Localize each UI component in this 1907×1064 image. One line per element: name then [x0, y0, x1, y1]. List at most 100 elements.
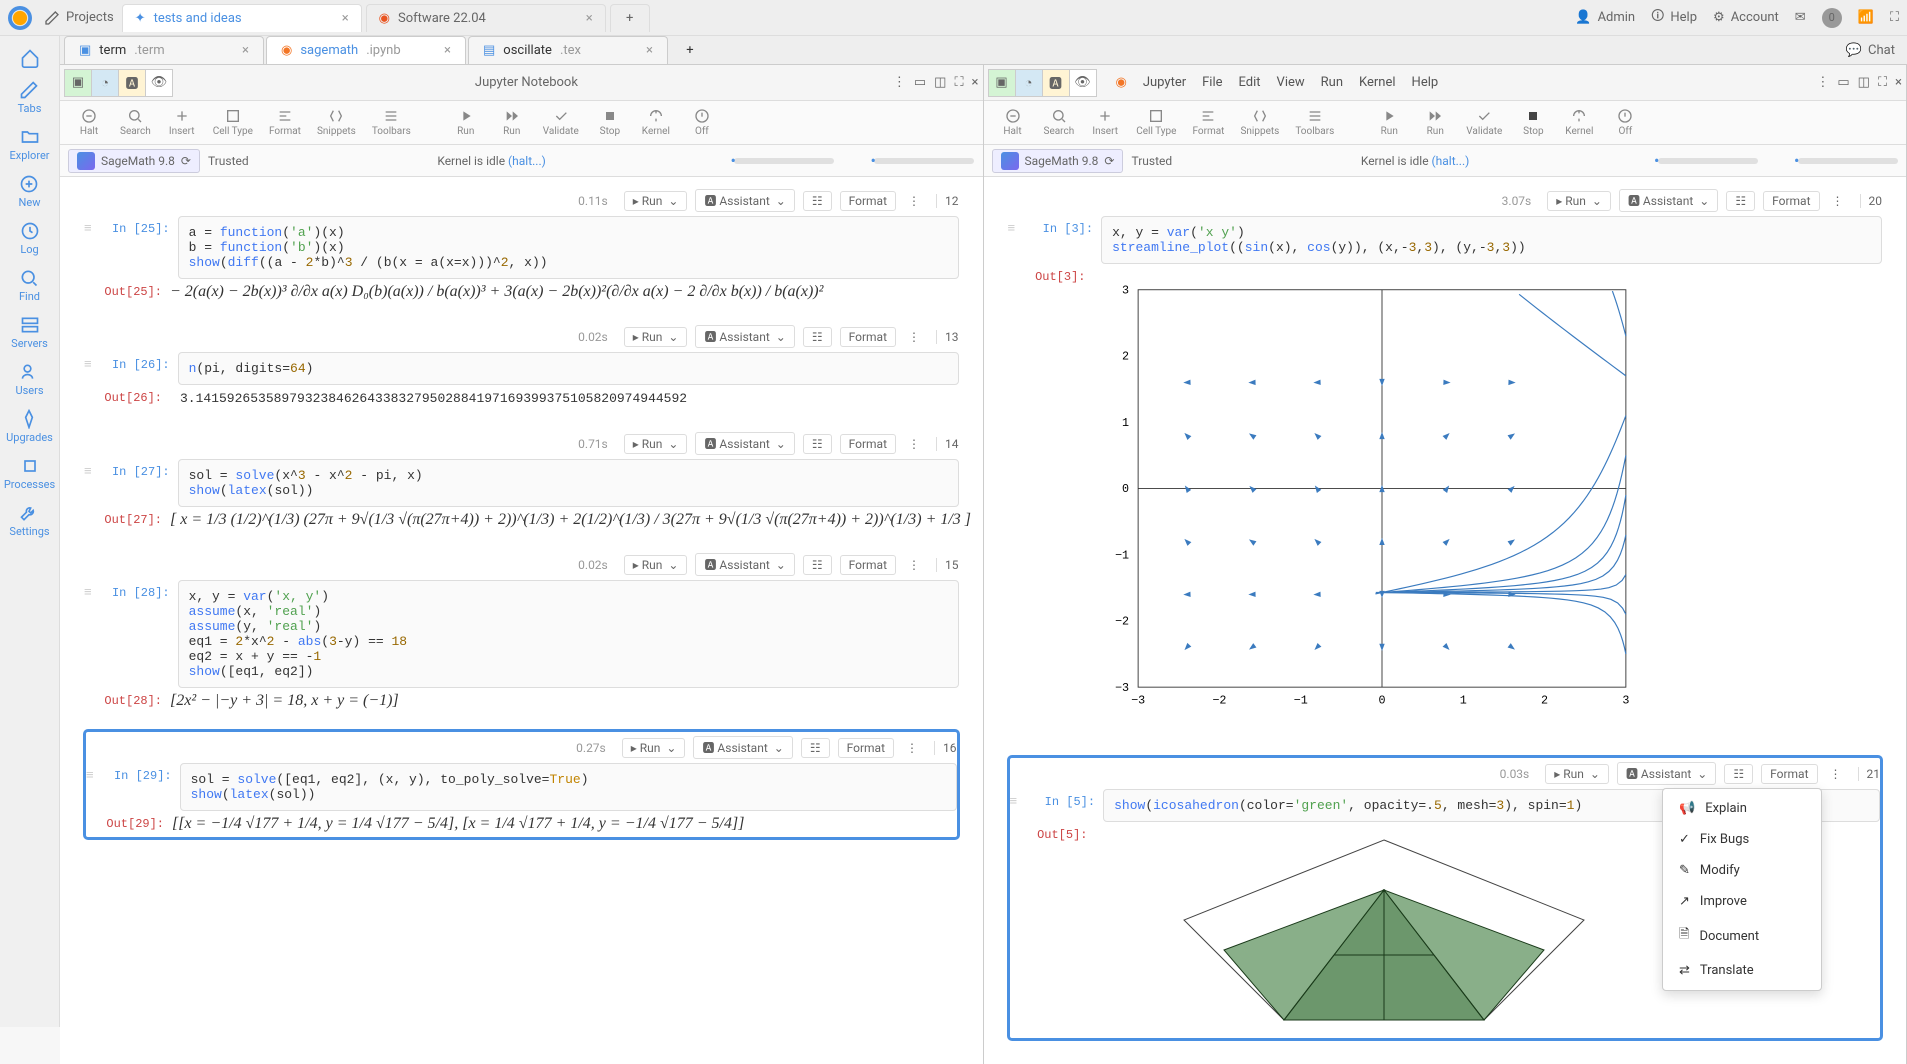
insert-button[interactable]: Insert — [1084, 106, 1126, 139]
wifi-button[interactable]: 📶 — [1858, 10, 1874, 25]
cell[interactable]: 0.11s ▸ Run 🅰 Assistant ☷ Format ⋮ 12 ≡ … — [84, 185, 959, 305]
code-input[interactable]: sol = solve(x^3 - x^2 - pi, x) show(late… — [178, 459, 959, 507]
mode-btn-1[interactable]: ▣ — [64, 69, 92, 97]
drag-handle-icon[interactable]: ≡ — [84, 352, 92, 372]
split-v-icon[interactable]: ◫ — [1858, 75, 1870, 90]
validate-button[interactable]: Validate — [1460, 106, 1508, 139]
fullscreen-icon[interactable]: ⛶ — [1878, 75, 1887, 90]
more-icon[interactable]: ⋮ — [893, 75, 906, 90]
format-button[interactable]: Format — [263, 106, 307, 139]
more-icon[interactable]: ⋮ — [902, 741, 922, 755]
format-cell-button[interactable]: Format — [840, 191, 896, 211]
rail-upgrades[interactable]: Upgrades — [2, 405, 57, 448]
assistant-fixbugs[interactable]: ✓Fix Bugs — [1663, 824, 1821, 855]
cell[interactable]: 0.03s ▸ Run 🅰 Assistant ☷ Format ⋮ 21 ≡ … — [1008, 756, 1883, 1040]
assistant-explain[interactable]: 📢Explain — [1663, 793, 1821, 824]
cell[interactable]: 0.27s ▸ Run 🅰 Assistant ☷ Format ⋮ 16 ≡ … — [84, 730, 959, 839]
stop-button[interactable]: Stop — [1512, 106, 1554, 139]
code-input[interactable]: x, y = var('x y') streamline_plot((sin(x… — [1101, 216, 1882, 264]
fullscreen-icon[interactable]: ⛶ — [954, 75, 963, 90]
format-cell-button[interactable]: Format — [840, 327, 896, 347]
drag-handle-icon[interactable]: ≡ — [84, 580, 92, 600]
assistant-document[interactable]: 🗎Document — [1663, 917, 1821, 955]
split-h-icon[interactable]: ▭ — [1837, 75, 1849, 90]
more-icon[interactable]: ⋮ — [1826, 767, 1846, 781]
kernel-badge[interactable]: SageMath 9.8⟳ — [68, 149, 200, 173]
mode-btn-3[interactable]: 🅰 — [118, 69, 146, 97]
run-cell-button[interactable]: ▸ Run — [622, 738, 686, 758]
mode-btn-4[interactable]: 👁 — [145, 69, 173, 97]
toolbars-button[interactable]: Toolbars — [366, 106, 417, 139]
cell[interactable]: 3.07s ▸ Run 🅰 Assistant ☷ Format ⋮ 20 ≡ … — [1008, 185, 1883, 740]
rail-new[interactable]: New — [15, 170, 45, 213]
code-input[interactable]: a = function('a')(x) b = function('b')(x… — [178, 216, 959, 279]
add-project-tab[interactable]: + — [610, 4, 650, 32]
halt-link[interactable]: (halt...) — [508, 154, 546, 168]
runall-button[interactable]: Run — [1414, 106, 1456, 139]
code-input[interactable]: x, y = var('x, y') assume(x, 'real') ass… — [178, 580, 959, 688]
halt-link[interactable]: (halt...) — [1432, 154, 1470, 168]
admin-link[interactable]: 👤Admin — [1575, 10, 1635, 25]
halt-button[interactable]: Halt — [992, 106, 1034, 139]
kernel-badge[interactable]: SageMath 9.8⟳ — [992, 149, 1124, 173]
celltype-button[interactable]: Cell Type — [1130, 106, 1182, 139]
account-link[interactable]: ⚙Account — [1713, 10, 1779, 25]
menu-view[interactable]: View — [1277, 75, 1305, 90]
cell[interactable]: 0.71s ▸ Run 🅰 Assistant ☷ Format ⋮ 14 ≡ … — [84, 428, 959, 533]
mode-btn-2[interactable]: ◔ — [91, 69, 119, 97]
tree-button[interactable]: ☷ — [803, 191, 832, 211]
rail-users[interactable]: Users — [11, 358, 47, 401]
rail-servers[interactable]: Servers — [7, 311, 52, 354]
code-input[interactable]: n(pi, digits=64) — [178, 352, 959, 385]
run-cell-button[interactable]: ▸ Run — [1547, 191, 1611, 211]
file-tab-sagemath[interactable]: ◉sagemath.ipynb× — [266, 36, 466, 64]
run-button[interactable]: Run — [1368, 106, 1410, 139]
menu-kernel[interactable]: Kernel — [1359, 75, 1396, 90]
tree-button[interactable]: ☷ — [801, 738, 830, 758]
rail-processes[interactable]: Processes — [0, 452, 59, 495]
drag-handle-icon[interactable]: ≡ — [1010, 789, 1018, 809]
runall-button[interactable]: Run — [491, 106, 533, 139]
rail-find[interactable]: Find — [15, 264, 44, 307]
split-h-icon[interactable]: ▭ — [914, 75, 926, 90]
menu-run[interactable]: Run — [1321, 75, 1343, 90]
assistant-button[interactable]: 🅰 Assistant — [695, 325, 794, 348]
kernel-button[interactable]: Kernel — [635, 106, 677, 139]
app-logo[interactable] — [8, 6, 32, 30]
assistant-improve[interactable]: ↗Improve — [1663, 886, 1821, 917]
mode-btn-1[interactable]: ▣ — [988, 69, 1016, 97]
tree-button[interactable]: ☷ — [803, 434, 832, 454]
close-icon[interactable]: × — [972, 75, 979, 90]
run-cell-button[interactable]: ▸ Run — [624, 555, 688, 575]
rail-log[interactable]: Log — [16, 217, 44, 260]
add-file-tab[interactable]: + — [670, 37, 710, 64]
stop-button[interactable]: Stop — [589, 106, 631, 139]
more-icon[interactable]: ⋮ — [904, 330, 924, 344]
run-button[interactable]: Run — [445, 106, 487, 139]
more-icon[interactable]: ⋮ — [1816, 75, 1829, 90]
close-icon[interactable]: × — [646, 43, 653, 58]
menu-edit[interactable]: Edit — [1239, 75, 1261, 90]
format-cell-button[interactable]: Format — [1761, 764, 1817, 784]
more-icon[interactable]: ⋮ — [1828, 194, 1848, 208]
fullscreen-button[interactable]: ⛶ — [1890, 10, 1899, 25]
file-tab-term[interactable]: ▣term.term× — [64, 36, 264, 64]
assistant-button[interactable]: 🅰 Assistant — [1617, 762, 1716, 785]
rail-tabs[interactable]: Tabs — [14, 76, 46, 119]
drag-handle-icon[interactable]: ≡ — [84, 459, 92, 479]
projects-link[interactable]: Projects — [44, 10, 114, 26]
run-cell-button[interactable]: ▸ Run — [624, 327, 688, 347]
more-icon[interactable]: ⋮ — [904, 558, 924, 572]
assistant-translate[interactable]: ⇄Translate — [1663, 955, 1821, 986]
rail-home[interactable] — [16, 44, 44, 72]
drag-handle-icon[interactable]: ≡ — [1008, 216, 1016, 236]
format-cell-button[interactable]: Format — [838, 738, 894, 758]
close-icon[interactable]: × — [342, 11, 349, 26]
search-button[interactable]: Search — [114, 106, 157, 139]
search-button[interactable]: Search — [1038, 106, 1081, 139]
format-cell-button[interactable]: Format — [840, 555, 896, 575]
close-icon[interactable]: × — [586, 11, 593, 26]
insert-button[interactable]: Insert — [161, 106, 203, 139]
celltype-button[interactable]: Cell Type — [207, 106, 259, 139]
assistant-modify[interactable]: ✎Modify — [1663, 855, 1821, 886]
